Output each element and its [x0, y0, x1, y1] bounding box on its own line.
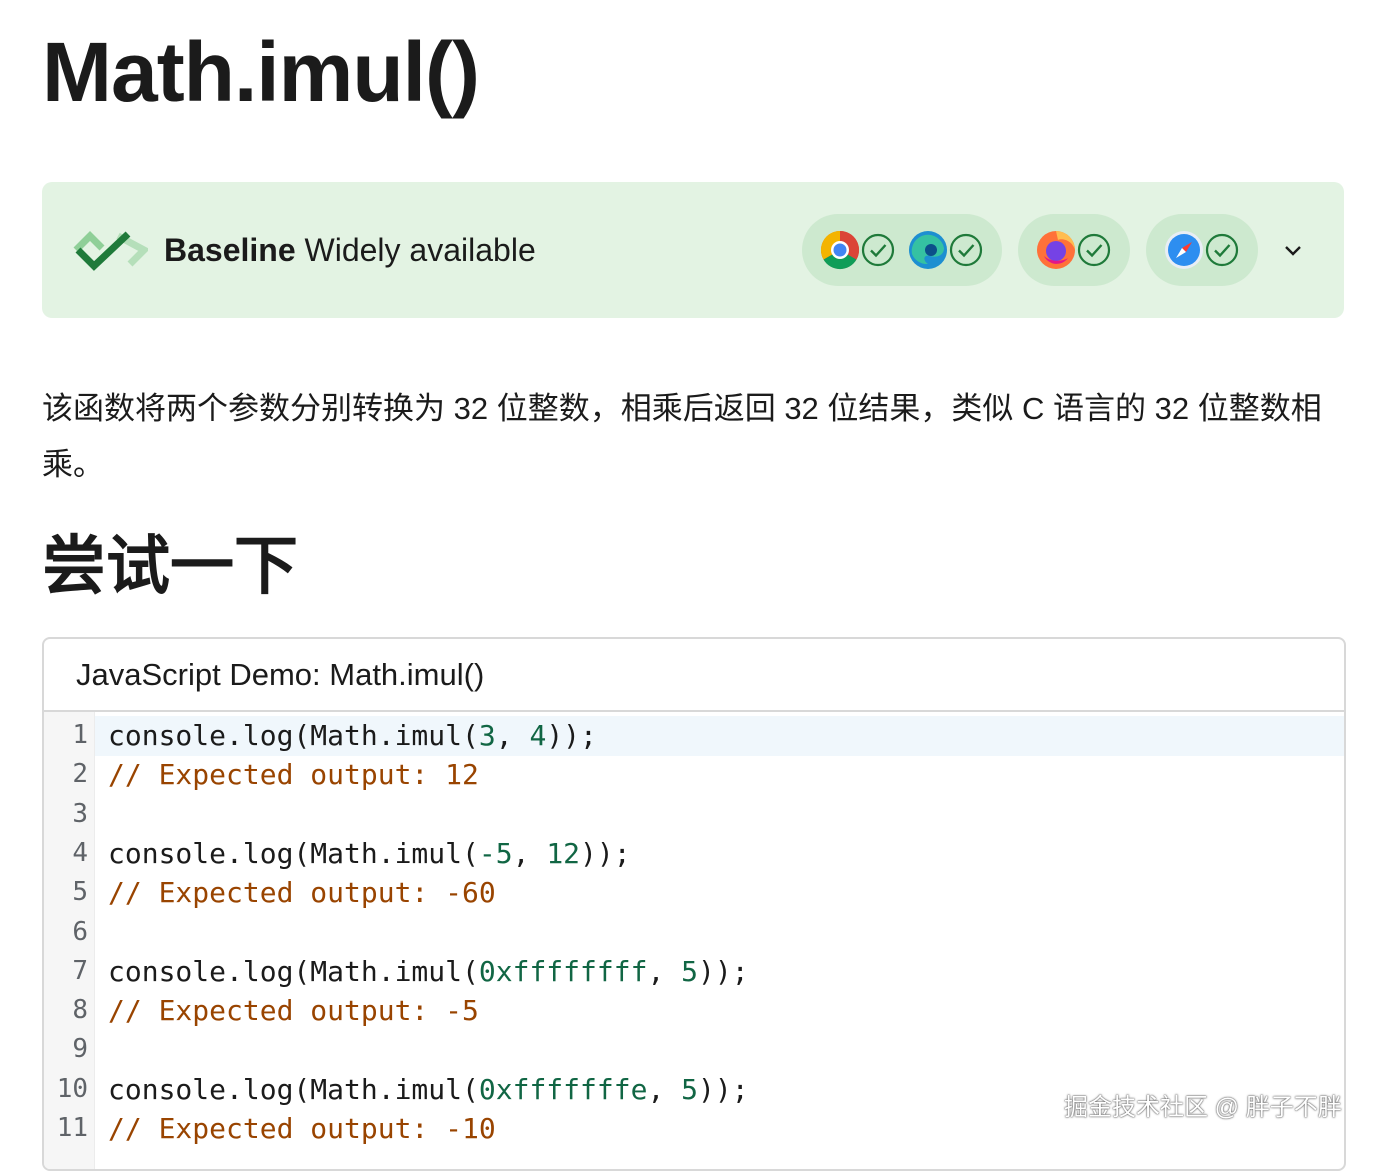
code-number-token: 5	[681, 954, 699, 988]
code-token: console.log(Math.imul(	[108, 954, 479, 988]
browser-group-chromium[interactable]	[802, 214, 1002, 286]
firefox-icon	[1037, 231, 1075, 269]
line-number: 6	[72, 916, 88, 947]
page-title: Math.imul()	[42, 25, 480, 119]
line-number: 11	[56, 1113, 88, 1143]
code-token: ,	[495, 719, 530, 752]
code-line[interactable]: console.log(Math.imul(0xfffffffe, 5));	[108, 1070, 749, 1109]
try-it-heading: 尝试一下	[42, 530, 298, 602]
code-number-token: 0xfffffffe	[478, 1072, 648, 1106]
supported-check-icon	[1205, 233, 1239, 267]
code-line[interactable]: // Expected output: -10	[108, 1109, 496, 1148]
line-number: 9	[72, 1034, 88, 1065]
watermark: 掘金技术社区 @ 胖子不胖	[1064, 1094, 1342, 1121]
code-token: console.log(Math.imul(	[108, 1072, 479, 1106]
line-number: 5	[72, 877, 88, 908]
code-comment-token: // Expected output: -5	[108, 994, 479, 1028]
line-number: 7	[72, 955, 88, 986]
demo-title: JavaScript Demo: Math.imul()	[76, 657, 485, 692]
code-token: ,	[647, 954, 682, 988]
baseline-status: Baseline Widely available	[164, 230, 536, 270]
edge-icon	[909, 231, 947, 269]
baseline-availability: Widely available	[295, 232, 536, 268]
code-token: ,	[512, 836, 547, 870]
baseline-banner[interactable]: Baseline Widely available	[42, 182, 1344, 318]
code-comment-token: // Expected output: -60	[108, 876, 496, 910]
demo-header: JavaScript Demo: Math.imul()	[44, 639, 1344, 712]
code-number-token: -5	[478, 836, 513, 870]
code-token: ));	[546, 719, 597, 752]
code-comment-token: // Expected output: 12	[108, 758, 479, 792]
description-paragraph: 该函数将两个参数分别转换为 32 位整数，相乘后返回 32 位结果，类似 C 语…	[42, 391, 1322, 482]
code-number-token: 4	[529, 719, 547, 752]
code-comment-token: // Expected output: -10	[108, 1112, 496, 1145]
browser-group-safari[interactable]	[1146, 214, 1258, 286]
code-line[interactable]: console.log(Math.imul(3, 4));	[108, 716, 597, 755]
code-token: console.log(Math.imul(	[108, 719, 479, 752]
baseline-check-icon	[73, 231, 148, 271]
code-token: ));	[698, 1072, 749, 1106]
line-number-gutter: 1 2 3 4 5 6 7 8 9 10 11	[44, 712, 95, 1169]
browser-group-firefox[interactable]	[1018, 214, 1130, 286]
supported-check-icon	[861, 233, 895, 267]
line-number: 10	[56, 1073, 88, 1104]
code-line[interactable]: // Expected output: -5	[108, 991, 479, 1030]
line-number: 3	[72, 798, 88, 829]
line-number: 8	[72, 995, 88, 1026]
line-number: 2	[72, 759, 88, 790]
code-line[interactable]: // Expected output: 12	[108, 755, 479, 794]
baseline-label: Baseline	[164, 232, 296, 268]
chevron-down-icon[interactable]	[1282, 240, 1304, 262]
line-number: 1	[72, 720, 88, 750]
safari-icon	[1165, 231, 1203, 269]
code-token: ,	[647, 1072, 682, 1106]
code-number-token: 5	[681, 1072, 699, 1106]
code-token: ));	[698, 954, 749, 988]
code-number-token: 12	[546, 836, 581, 870]
code-line[interactable]: // Expected output: -60	[108, 873, 496, 912]
code-number-token: 3	[478, 719, 496, 752]
supported-check-icon	[949, 233, 983, 267]
chrome-icon	[820, 230, 860, 270]
line-number: 4	[72, 837, 88, 868]
code-token: console.log(Math.imul(	[108, 836, 479, 870]
supported-check-icon	[1077, 233, 1111, 267]
code-token: ));	[580, 836, 631, 870]
code-line[interactable]: console.log(Math.imul(-5, 12));	[108, 834, 631, 873]
code-line[interactable]: console.log(Math.imul(0xffffffff, 5));	[108, 952, 749, 991]
code-number-token: 0xffffffff	[478, 954, 648, 988]
